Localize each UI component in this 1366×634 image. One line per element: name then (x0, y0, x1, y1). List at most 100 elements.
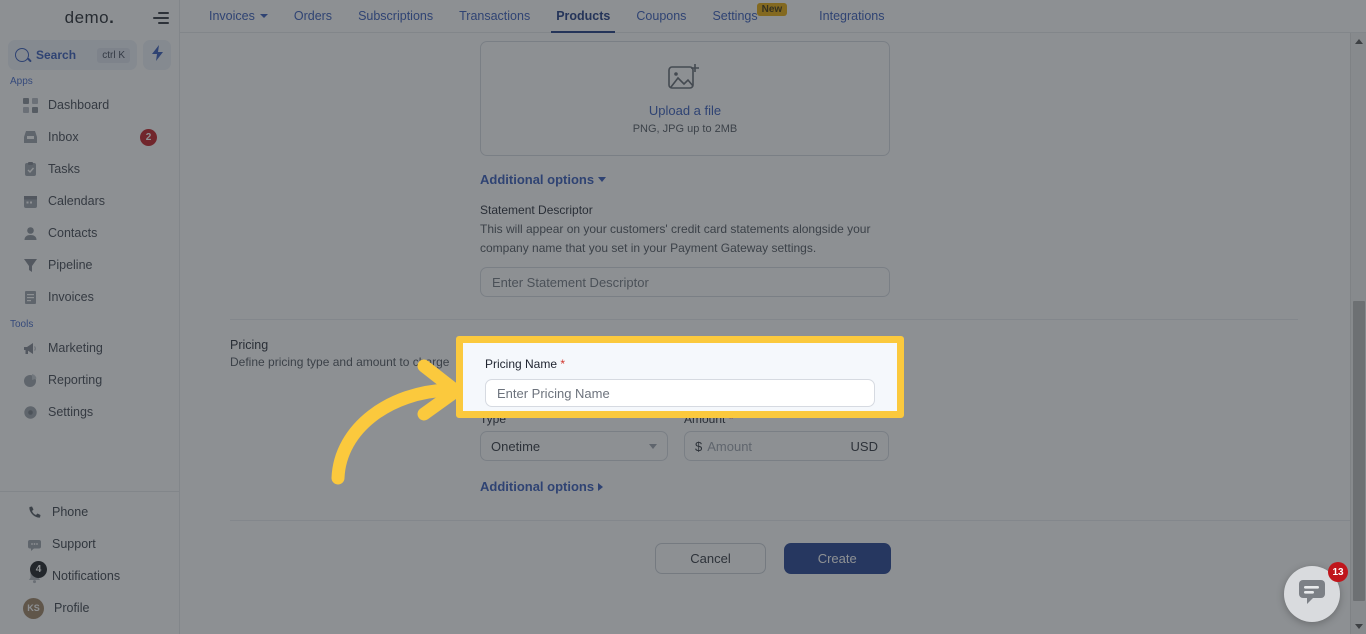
sidebar-item-label: Marketing (48, 341, 103, 355)
sidebar-item-label: Notifications (52, 569, 121, 583)
form-scroll-area: Upload a file PNG, JPG up to 2MB Additio… (180, 33, 1366, 634)
sidebar-item-label: Reporting (48, 373, 103, 387)
sidebar-item-tasks[interactable]: Tasks (0, 153, 179, 185)
sidebar-item-notifications[interactable]: 4 Notifications (0, 560, 179, 592)
sidebar-item-support[interactable]: Support (0, 528, 179, 560)
currency-code: USD (850, 438, 878, 454)
invoice-icon (22, 289, 38, 305)
pricing-type-select[interactable]: Onetime (480, 431, 668, 462)
pricing-name-label: Pricing Name * (485, 357, 875, 371)
nav-label: Subscriptions (358, 9, 434, 23)
chevron-down-icon (649, 443, 657, 449)
scrollbar-thumb[interactable] (1353, 301, 1365, 601)
sidebar-item-label: Support (52, 537, 96, 551)
form-actions: Cancel Create (180, 543, 1366, 575)
vertical-scrollbar[interactable] (1350, 33, 1366, 634)
nav-settings[interactable]: Settings New (699, 0, 806, 33)
sidebar-section-tools: Tools (10, 319, 34, 330)
pricing-name-input[interactable]: Enter Pricing Name (485, 379, 875, 407)
person-icon (22, 225, 38, 241)
chat-bubble-icon (1297, 577, 1327, 612)
file-upload-dropzone[interactable]: Upload a file PNG, JPG up to 2MB (480, 41, 890, 156)
statement-descriptor-description: This will appear on your customers' cred… (480, 222, 871, 255)
additional-options-bottom-toggle[interactable]: Additional options (480, 479, 604, 495)
statement-descriptor-input[interactable]: Enter Statement Descriptor (480, 267, 890, 298)
nav-coupons[interactable]: Coupons (623, 0, 699, 33)
search-shortcut-badge: ctrl K (97, 47, 130, 63)
brand-text: demo (64, 8, 110, 27)
quick-actions-button[interactable] (143, 40, 171, 70)
sidebar-section-apps: Apps (10, 76, 33, 87)
nav-subscriptions[interactable]: Subscriptions (345, 0, 446, 33)
lightning-bolt-icon (151, 44, 164, 66)
scroll-down-arrow-icon[interactable] (1351, 618, 1366, 634)
sidebar-item-label: Calendars (48, 194, 105, 208)
nav-transactions[interactable]: Transactions (446, 0, 543, 33)
sidebar-tools-list: Marketing Reporting Settings (0, 332, 179, 428)
chevron-down-icon (598, 177, 607, 182)
notifications-badge: 4 (30, 561, 47, 578)
pricing-name-label-text: Pricing Name (485, 357, 558, 371)
sidebar-item-marketing[interactable]: Marketing (0, 332, 179, 364)
scroll-up-arrow-icon[interactable] (1351, 33, 1366, 49)
image-plus-icon (668, 63, 702, 98)
menu-line-1 (158, 12, 169, 14)
sidebar-item-reporting[interactable]: Reporting (0, 364, 179, 396)
currency-symbol: $ (695, 438, 703, 454)
search-label: Search (36, 48, 77, 62)
sidebar-item-phone[interactable]: Phone (0, 496, 179, 528)
sidebar-item-dashboard[interactable]: Dashboard (0, 89, 179, 121)
additional-options-bottom-label: Additional options (480, 479, 595, 495)
pricing-amount-input[interactable]: $ Amount USD (684, 431, 889, 462)
product-form: Upload a file PNG, JPG up to 2MB Additio… (180, 33, 1366, 575)
nav-label: Coupons (636, 9, 687, 23)
upload-hint: PNG, JPG up to 2MB (632, 122, 738, 135)
menu-line-3 (158, 22, 169, 24)
pricing-amount-col: Amount * $ Amount USD (684, 412, 889, 462)
sidebar-item-label: Phone (52, 505, 89, 519)
upload-a-file-link[interactable]: Upload a file (649, 103, 721, 118)
pricing-type-value: Onetime (491, 438, 541, 454)
calendar-icon (22, 193, 38, 209)
nav-invoices[interactable]: Invoices (196, 0, 281, 33)
chevron-right-icon (598, 482, 604, 491)
nav-products[interactable]: Products (543, 0, 623, 33)
chat-unread-badge: 13 (1328, 562, 1348, 582)
cancel-button[interactable]: Cancel (655, 543, 766, 575)
nav-label: Integrations (819, 9, 885, 23)
phone-icon (26, 504, 42, 520)
pricing-section-title: Pricing (230, 338, 269, 353)
sidebar-collapse-icon[interactable] (153, 8, 173, 28)
sidebar-item-calendars[interactable]: Calendars (0, 185, 179, 217)
search-input[interactable]: Search ctrl K (8, 40, 137, 70)
pricing-name-field-group: Pricing Name * Enter Pricing Name (463, 343, 897, 411)
pricing-name-placeholder: Enter Pricing Name (497, 385, 610, 401)
sidebar-item-label: Invoices (48, 290, 94, 304)
sidebar-item-label: Settings (48, 405, 94, 419)
sidebar-item-settings[interactable]: Settings (0, 396, 179, 428)
sidebar-apps-list: Dashboard Inbox 2 Tasks Calendars Contac… (0, 89, 179, 313)
sidebar-item-contacts[interactable]: Contacts (0, 217, 179, 249)
sidebar-divider (0, 491, 179, 492)
nav-integrations[interactable]: Integrations (806, 0, 897, 33)
section-divider-top (230, 319, 1298, 321)
pricing-section-info: Pricing Define pricing type and amount t… (230, 338, 480, 496)
section-divider-bottom (230, 520, 1366, 522)
pricing-type-col: Type Onetime (480, 412, 668, 462)
sidebar-item-profile[interactable]: KS Profile (0, 592, 179, 624)
sidebar-item-invoices[interactable]: Invoices (0, 281, 179, 313)
brand-logo: demo. (65, 8, 115, 28)
sidebar-brand-row: demo. (0, 0, 179, 36)
avatar: KS (23, 597, 44, 619)
nav-label: Products (556, 9, 611, 23)
pie-chart-icon (22, 372, 38, 388)
sidebar-item-inbox[interactable]: Inbox 2 (0, 121, 179, 153)
sidebar-item-pipeline[interactable]: Pipeline (0, 249, 179, 281)
pricing-section-subtitle: Define pricing type and amount to charge (230, 355, 450, 370)
nav-label: Orders (293, 9, 333, 23)
create-button[interactable]: Create (783, 543, 891, 575)
additional-options-top-label: Additional options (480, 172, 595, 187)
additional-options-top-toggle[interactable]: Additional options (480, 172, 607, 187)
sidebar-item-label: Tasks (48, 162, 80, 176)
nav-orders[interactable]: Orders (281, 0, 345, 33)
